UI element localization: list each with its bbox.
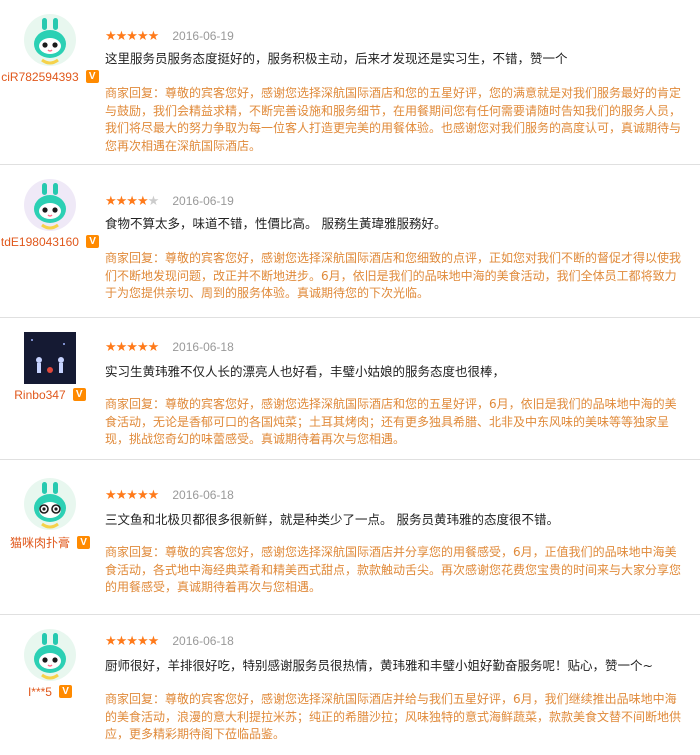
review-content: 厨师很好，羊排很好吃，特别感谢服务员很热情，黄玮雅和丰璧小姐好勤奋服务呢！贴心，… [105, 658, 653, 673]
vip-badge-icon: V [72, 388, 86, 401]
vip-badge-icon: V [77, 536, 91, 549]
review-date: 2016-06-19 [172, 29, 234, 43]
merchant-reply: 商家回复：尊敬的宾客您好，感谢您选择深航国际酒店和您细致的点评，正如您对我们不断… [105, 251, 682, 300]
bunny-avatar-icon [34, 183, 66, 230]
review-content: 实习生黄玮雅不仅人长的漂亮人也好看，丰璧小姑娘的服务态度也很棒， [105, 364, 506, 379]
review-date: 2016-06-18 [172, 634, 234, 648]
avatar[interactable] [24, 629, 76, 681]
review-content: 食物不算太多，味道不错，性價比高。 服務生黃瑋雅服務好。 [105, 216, 447, 231]
review-content: 这里服务员服务态度挺好的，服务积极主动，后来才发现还是实习生，不错，赞一个 [105, 51, 568, 66]
username[interactable]: tdE198043160 [1, 235, 79, 249]
review-item: I***5 V ★★★★★ 2016-06-18 厨师很好，羊排很好吃，特别感谢… [0, 615, 700, 755]
avatar[interactable] [24, 14, 76, 66]
vip-badge-icon: V [85, 70, 99, 83]
reviewer-info: ciR782594393 V [0, 14, 100, 85]
vip-badge-icon: V [59, 685, 73, 698]
rating-row: ★★★★★ 2016-06-18 [105, 484, 234, 503]
review-date: 2016-06-19 [172, 194, 234, 208]
merchant-reply: 商家回复：尊敬的宾客您好，感谢您选择深航国际酒店和您的五星好评，您的满意就是对我… [105, 86, 682, 153]
star-rating: ★★★★★ [105, 634, 159, 649]
vip-badge-icon: V [86, 235, 100, 248]
photo-avatar-icon [24, 332, 76, 384]
rating-row: ★★★★★ 2016-06-19 [105, 25, 234, 44]
username[interactable]: ciR782594393 [1, 70, 78, 84]
rating-row: ★★★★★ 2016-06-18 [105, 336, 234, 355]
avatar[interactable] [24, 478, 76, 530]
username[interactable]: 猫咪肉扑膏 [10, 534, 70, 551]
review-item: ciR782594393 V ★★★★★ 2016-06-19 这里服务员服务态… [0, 0, 700, 165]
star-rating: ★★★★★ [105, 194, 159, 209]
bunny-avatar-icon [34, 18, 66, 65]
review-date: 2016-06-18 [172, 340, 234, 354]
avatar[interactable] [24, 332, 76, 384]
reviewer-info: tdE198043160 V [0, 179, 100, 250]
reviewer-info: 猫咪肉扑膏 V [0, 478, 100, 551]
review-item: Rinbo347 V ★★★★★ 2016-06-18 实习生黄玮雅不仅人长的漂… [0, 318, 700, 460]
review-content: 三文鱼和北极贝都很多很新鲜，就是种类少了一点。 服务员黄玮雅的态度很不错。 [105, 512, 559, 527]
merchant-reply: 商家回复：尊敬的宾客您好，感谢您选择深航国际酒店和您的五星好评，6月，依旧是我们… [105, 397, 677, 446]
review-date: 2016-06-18 [172, 488, 234, 502]
star-rating: ★★★★★ [105, 340, 159, 355]
bunny-avatar-icon [34, 482, 66, 529]
bunny-avatar-icon [34, 633, 66, 680]
merchant-reply: 商家回复：尊敬的宾客您好，感谢您选择深航国际酒店并分享您的用餐感受，6月，正值我… [105, 545, 682, 594]
review-item: 猫咪肉扑膏 V ★★★★★ 2016-06-18 三文鱼和北极贝都很多很新鲜，就… [0, 460, 700, 615]
rating-row: ★★★★★ 2016-06-19 [105, 190, 234, 209]
reviewer-info: Rinbo347 V [0, 332, 100, 403]
review-item: tdE198043160 V ★★★★★ 2016-06-19 食物不算太多，味… [0, 165, 700, 318]
star-rating: ★★★★★ [105, 29, 159, 44]
avatar[interactable] [24, 179, 76, 231]
reviewer-info: I***5 V [0, 629, 100, 700]
rating-row: ★★★★★ 2016-06-18 [105, 630, 234, 649]
username[interactable]: I***5 [28, 685, 52, 699]
merchant-reply: 商家回复：尊敬的宾客您好，感谢您选择深航国际酒店并给与我们五星好评，6月，我们继… [105, 692, 682, 741]
star-rating: ★★★★★ [105, 488, 159, 503]
username[interactable]: Rinbo347 [14, 388, 65, 402]
